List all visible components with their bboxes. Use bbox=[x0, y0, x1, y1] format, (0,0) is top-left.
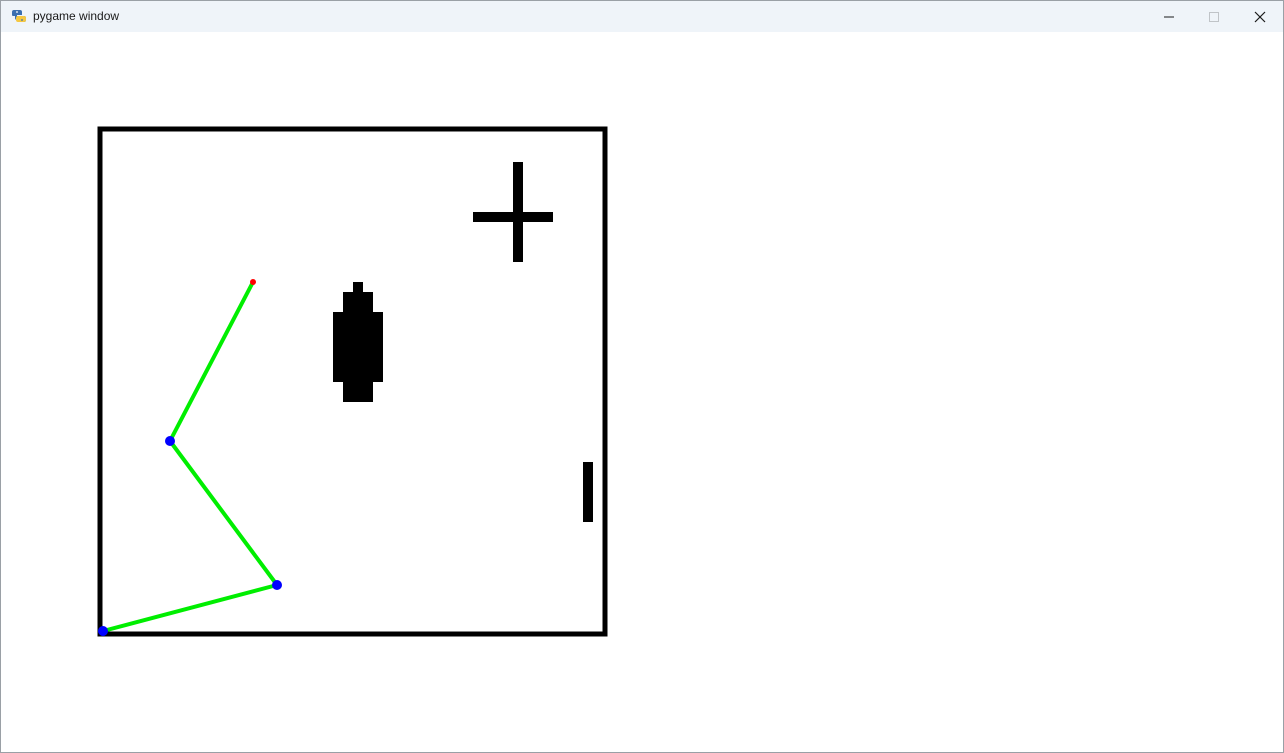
arm-end-effector[interactable] bbox=[250, 279, 256, 285]
arm-link-2 bbox=[168, 439, 279, 587]
minimize-button[interactable] bbox=[1146, 1, 1192, 32]
game-canvas-area[interactable] bbox=[1, 32, 1283, 752]
robot-arm bbox=[101, 280, 279, 633]
title-bar[interactable]: pygame window bbox=[1, 1, 1283, 32]
pygame-window: pygame window bbox=[0, 0, 1284, 753]
game-canvas[interactable] bbox=[1, 32, 1283, 752]
maximize-button[interactable] bbox=[1191, 1, 1237, 32]
window-title: pygame window bbox=[33, 9, 120, 23]
bottle-obstacle bbox=[333, 282, 383, 402]
cross-obstacle bbox=[473, 162, 553, 262]
arm-link-3 bbox=[168, 280, 255, 443]
maximize-icon bbox=[1209, 11, 1219, 22]
close-icon bbox=[1254, 11, 1266, 23]
arm-base-joint[interactable] bbox=[98, 626, 108, 636]
arm-joint-3[interactable] bbox=[165, 436, 175, 446]
minimize-icon bbox=[1164, 12, 1174, 22]
close-button[interactable] bbox=[1237, 1, 1283, 32]
arm-link-1 bbox=[101, 583, 279, 633]
bar-obstacle bbox=[583, 462, 593, 522]
arm-joint-2[interactable] bbox=[272, 580, 282, 590]
pygame-snake-icon bbox=[11, 8, 27, 24]
